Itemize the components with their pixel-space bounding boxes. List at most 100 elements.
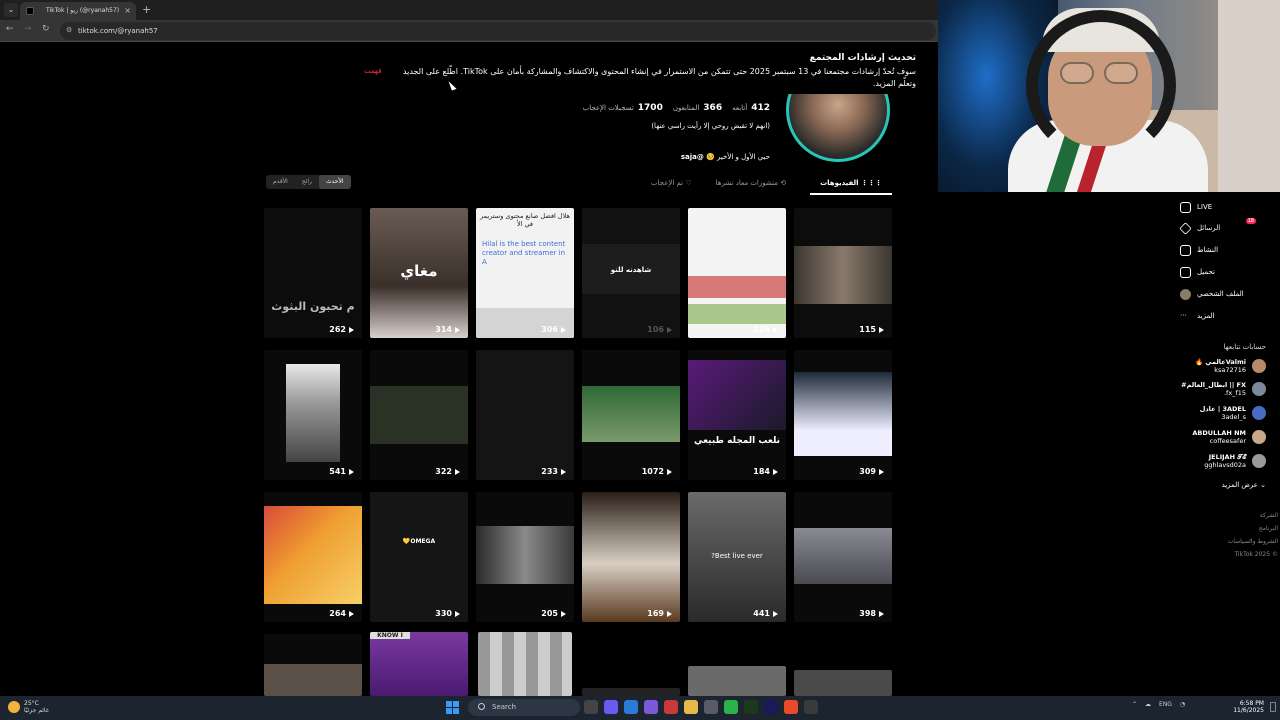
following-account[interactable]: JELIJAH 𝓣𝓔 gghlavsd02a (1150, 452, 1266, 472)
cloud-icon[interactable]: ☁ (1145, 701, 1151, 708)
tab-search-icon[interactable]: ⌄ (4, 3, 18, 17)
browser-tab-title: TikTok | ريو (@ryanah57) (46, 7, 120, 14)
notice-body: سوف تُحدّ إرشادات مجتمعنا في 13 سبتمبر 2… (402, 67, 916, 88)
teams-icon[interactable] (604, 700, 618, 714)
video-tile[interactable]: م تحبون البثوث 262 (264, 208, 362, 338)
sidebar-item-upload[interactable]: تحميل (1180, 264, 1268, 280)
video-tile[interactable]: 233 (476, 350, 574, 480)
notification-icon[interactable] (1270, 702, 1276, 712)
video-tile[interactable]: 126 (688, 208, 786, 338)
video-tile[interactable]: 115 (794, 208, 892, 338)
browser-tab-bar: ⌄ TikTok | ريو (@ryanah57) × + (0, 0, 940, 20)
app-icon[interactable] (744, 700, 758, 714)
footer-copyright: © 2025 TikTok (1234, 551, 1278, 558)
footer-link[interactable]: الشركة (1200, 512, 1278, 519)
sort-latest[interactable]: الأحدث (318, 175, 351, 189)
footer-link[interactable]: الشروط والسياسات (1200, 538, 1278, 545)
avatar (1252, 430, 1266, 444)
footer-link[interactable]: البرنامج (1200, 525, 1278, 532)
video-tile[interactable]: 309 (794, 350, 892, 480)
app-icon[interactable] (664, 700, 678, 714)
video-tile[interactable]: مغاي 314 (370, 208, 468, 338)
system-tray: ⌃ ☁ ENG ◔ (1132, 701, 1185, 708)
profile-stats: 412أتابعه 366المتابعون 1700تسجيلات الإعج… (583, 103, 770, 113)
video-tile[interactable] (264, 634, 362, 696)
forward-icon[interactable]: → (24, 24, 32, 34)
back-icon[interactable]: ← (6, 24, 14, 34)
language-indicator[interactable]: ENG (1159, 701, 1172, 708)
stat-following[interactable]: 412أتابعه (732, 103, 770, 113)
video-tile[interactable] (582, 688, 680, 696)
chat-message: Hilal is the best content creator and st… (482, 240, 566, 266)
following-account[interactable]: 3ADEL | عادل 3adel_s (1150, 404, 1266, 424)
profile-bio-line-2: حبي الأول و الأخير 🥺 @saja (680, 153, 770, 161)
profile-icon (1180, 288, 1191, 300)
tab-videos[interactable]: ⋮⋮⋮ الفيديوهات (810, 177, 892, 195)
video-tile[interactable]: هلال افضل صانع محتوى وستريمر في الأ Hila… (476, 208, 574, 338)
start-button[interactable] (446, 701, 459, 714)
app-icon[interactable] (804, 700, 818, 714)
sidebar-item-profile[interactable]: الملف الشخصي (1180, 286, 1268, 302)
site-info-icon[interactable]: ⚙ (66, 26, 72, 34)
sidebar-item-activity[interactable]: النشاط (1180, 242, 1268, 258)
app-icon[interactable] (644, 700, 658, 714)
video-grid: م تحبون البثوث 262 مغاي 314 هلال افضل صا… (264, 208, 894, 708)
profile-bio: (انهم لا تقبض روحي إلا رأيت راسي عنها) (651, 122, 770, 130)
video-tile[interactable] (478, 632, 572, 696)
sort-popular[interactable]: رائج (295, 175, 319, 189)
video-tile[interactable]: 398 (794, 492, 892, 622)
video-tile[interactable] (794, 670, 892, 696)
video-tile[interactable]: OMEGA💛 330 (370, 492, 468, 622)
tab-reposts[interactable]: ⟲ منشورات معاد نشرها (716, 177, 786, 195)
video-tile[interactable]: 322 (370, 350, 468, 480)
avatar (1252, 359, 1266, 373)
sort-oldest[interactable]: الأقدم (266, 175, 295, 189)
video-tile[interactable]: 205 (476, 492, 574, 622)
video-tile[interactable]: نلعب المجله طبيعي 184 (688, 350, 786, 480)
url-field[interactable]: ⚙ tiktok.com/@ryanah57 (60, 22, 936, 40)
sort-toggle: الأحدث رائج الأقدم (266, 175, 351, 189)
tab-liked[interactable]: ♡ تم الإعجاب (651, 177, 692, 195)
video-tile[interactable]: 264 (264, 492, 362, 622)
stat-followers[interactable]: 366المتابعون (673, 103, 722, 113)
video-tile[interactable]: 169 (582, 492, 680, 622)
bio-mention-link[interactable]: @saja (681, 153, 704, 161)
app-icon[interactable] (764, 700, 778, 714)
video-tile[interactable] (688, 666, 786, 696)
video-tile[interactable]: KNOW I (370, 632, 468, 696)
video-tile[interactable]: 541 (264, 350, 362, 480)
taskbar-search[interactable]: Search (468, 699, 580, 716)
video-tile[interactable]: Best live ever? 441 (688, 492, 786, 622)
new-tab-icon[interactable]: + (142, 3, 151, 16)
sidebar-item-more[interactable]: ⋯ المزيد (1180, 308, 1268, 324)
video-tile[interactable]: 1072 (582, 350, 680, 480)
tab-close-icon[interactable]: × (124, 6, 131, 15)
edge-icon[interactable] (624, 700, 638, 714)
profile-tabs: ⋮⋮⋮ الفيديوهات ⟲ منشورات معاد نشرها ♡ تم… (640, 177, 892, 195)
chrome-icon[interactable] (784, 700, 798, 714)
weather-widget[interactable]: 25°C غائم جزئيًا (8, 700, 49, 714)
sidebar-item-live[interactable]: LIVE (1180, 199, 1268, 215)
stat-likes: 1700تسجيلات الإعجاب (582, 103, 663, 113)
url-text: tiktok.com/@ryanah57 (78, 27, 158, 35)
wifi-icon[interactable]: ◔ (1180, 701, 1185, 708)
sidebar-item-messages[interactable]: الرسائل 18 (1179, 218, 1268, 236)
notice-dismiss-button[interactable]: فهمت (364, 67, 382, 75)
following-account[interactable]: ABDULLAH NM coffeesafer (1150, 428, 1266, 448)
screen: ⌄ TikTok | ريو (@ryanah57) × + ← → ↻ ⚙ t… (0, 0, 1280, 720)
following-account[interactable]: Valmiعالمي 🔥 ksa72716 (1150, 357, 1266, 377)
video-tile[interactable]: شاهدنه للنو 106 (582, 208, 680, 338)
task-view-icon[interactable] (584, 700, 598, 714)
following-account[interactable]: FX || ابطال_العالم# fx_f15. (1150, 380, 1266, 400)
see-more-button[interactable]: ⌄ عرض المزيد (1200, 481, 1266, 489)
reload-icon[interactable]: ↻ (42, 24, 50, 34)
app-icon[interactable] (704, 700, 718, 714)
live-icon (1180, 201, 1191, 213)
chevron-up-icon[interactable]: ⌃ (1132, 701, 1137, 708)
browser-tab[interactable]: TikTok | ريو (@ryanah57) × (20, 2, 136, 20)
clock[interactable]: 6:58 PM 11/6/2025 (1226, 700, 1264, 714)
profile-avatar[interactable] (786, 94, 890, 162)
file-explorer-icon[interactable] (684, 700, 698, 714)
whatsapp-icon[interactable] (724, 700, 738, 714)
avatar (1252, 406, 1266, 420)
